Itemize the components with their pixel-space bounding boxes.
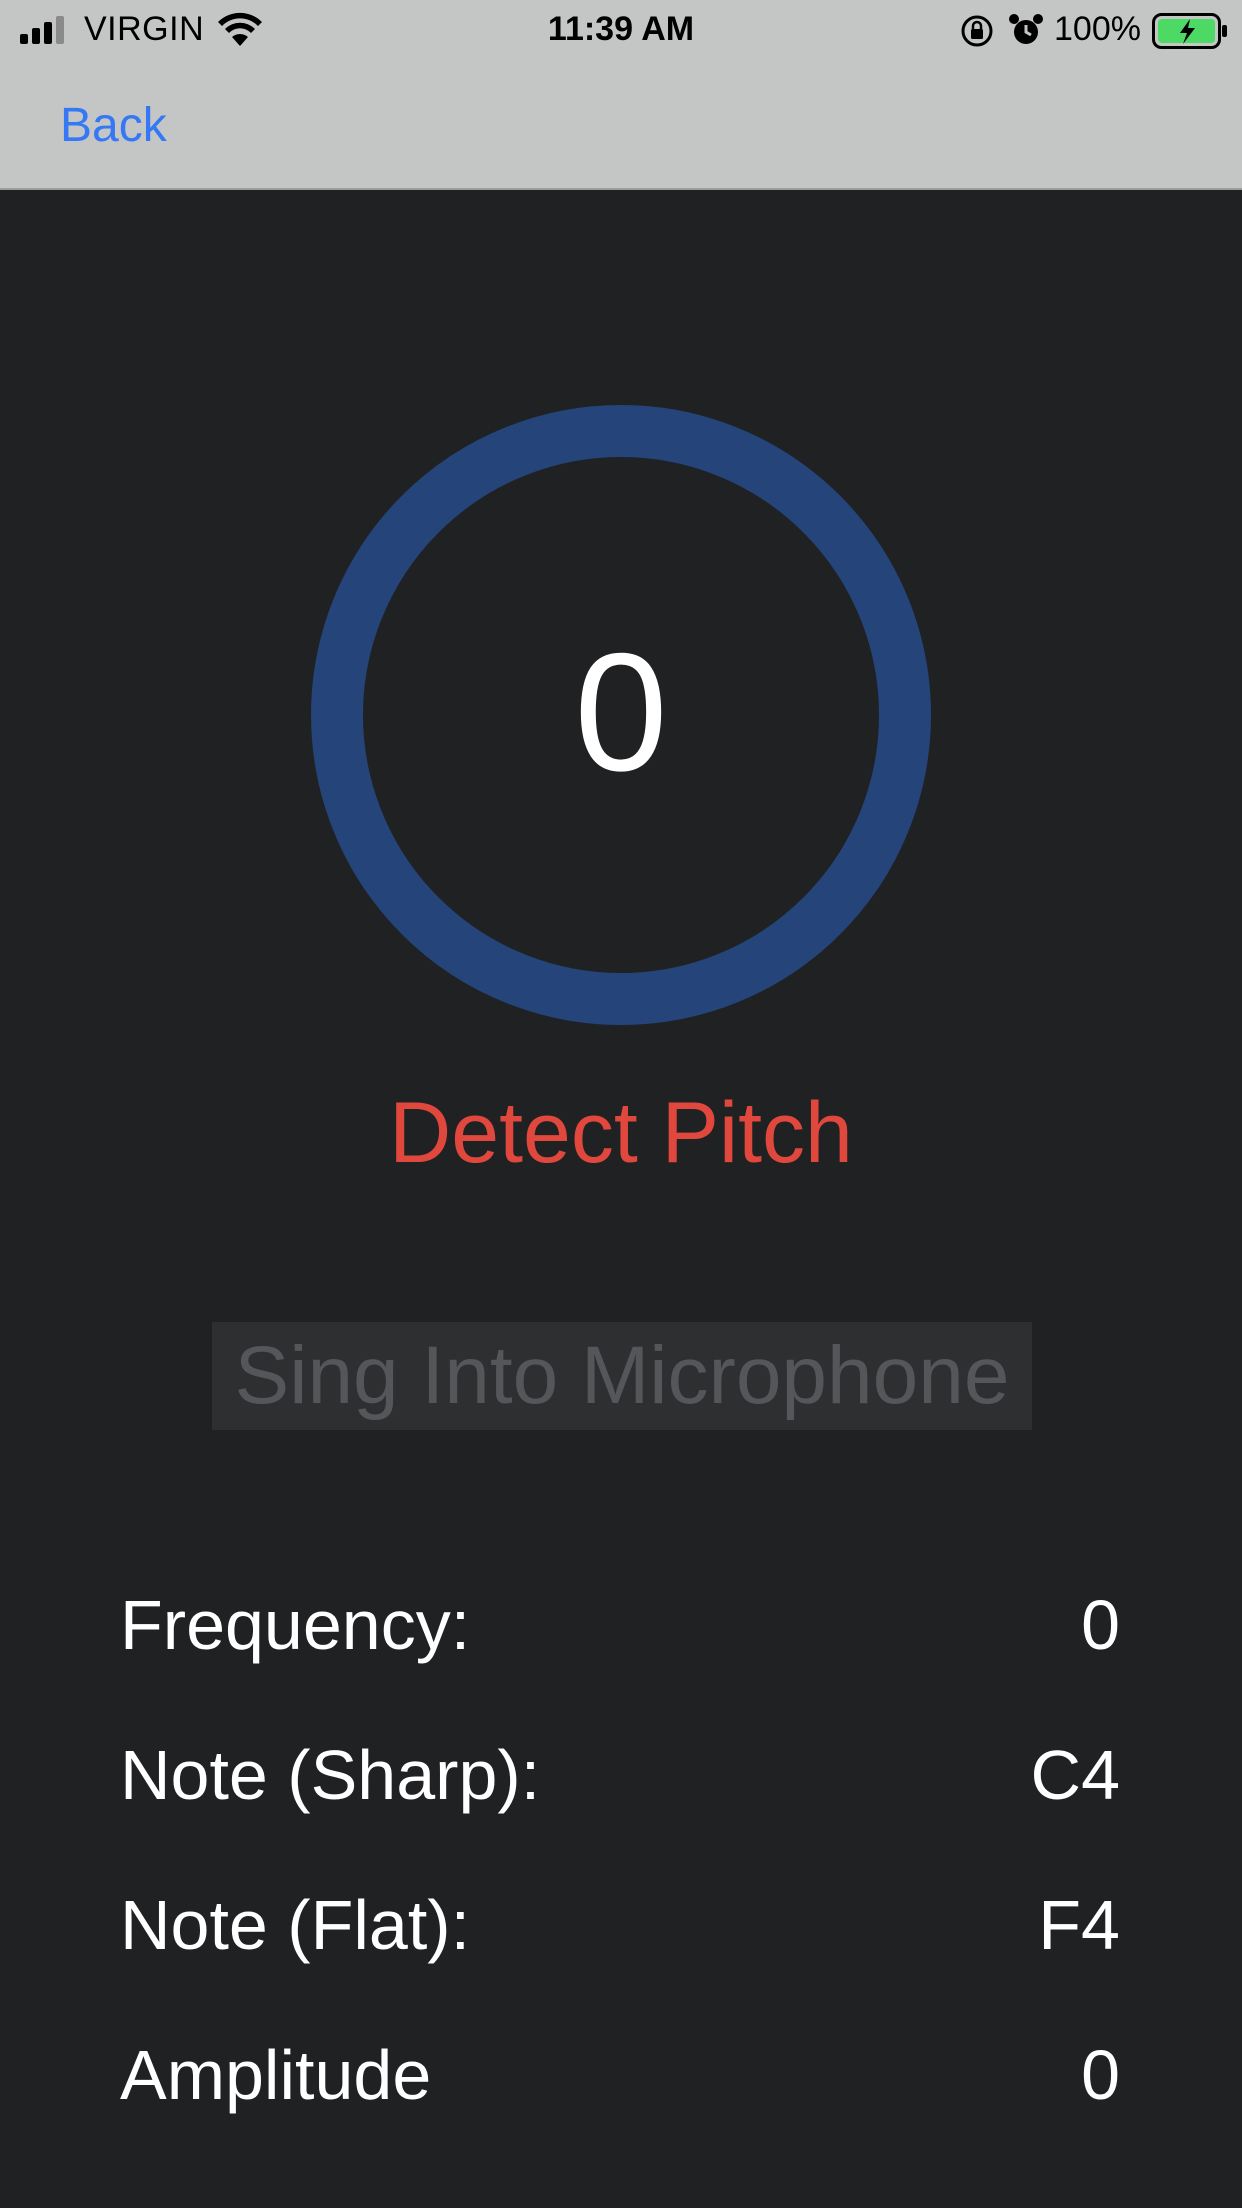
rotation-lock-icon [961,15,993,47]
nav-divider [0,188,1242,190]
navigation-bar: VIRGIN 11:39 AM 100% Back [0,0,1242,190]
frequency-row: Frequency: 0 [120,1580,1120,1670]
back-button[interactable]: Back [60,98,167,153]
note-sharp-value: C4 [1030,1736,1120,1814]
amplitude-value: 0 [1081,2036,1120,2114]
note-flat-label: Note (Flat): [120,1886,471,1964]
note-flat-row: Note (Flat): F4 [120,1880,1120,1970]
frequency-value: 0 [1081,1586,1120,1664]
status-bar: VIRGIN 11:39 AM 100% [0,0,1242,62]
amplitude-row: Amplitude 0 [120,2030,1120,2120]
note-sharp-row: Note (Sharp): C4 [120,1730,1120,1820]
pitch-value: 0 [574,618,668,806]
note-flat-value: F4 [1038,1886,1120,1964]
instruction-label: Sing Into Microphone [234,1330,1010,1421]
detect-pitch-button[interactable]: Detect Pitch [0,1083,1242,1183]
frequency-label: Frequency: [120,1586,471,1664]
amplitude-label: Amplitude [120,2036,432,2114]
note-sharp-label: Note (Sharp): [120,1736,541,1814]
battery-percentage: 100% [1054,10,1141,48]
alarm-icon [1009,14,1043,44]
battery-charging-icon [1152,13,1227,49]
